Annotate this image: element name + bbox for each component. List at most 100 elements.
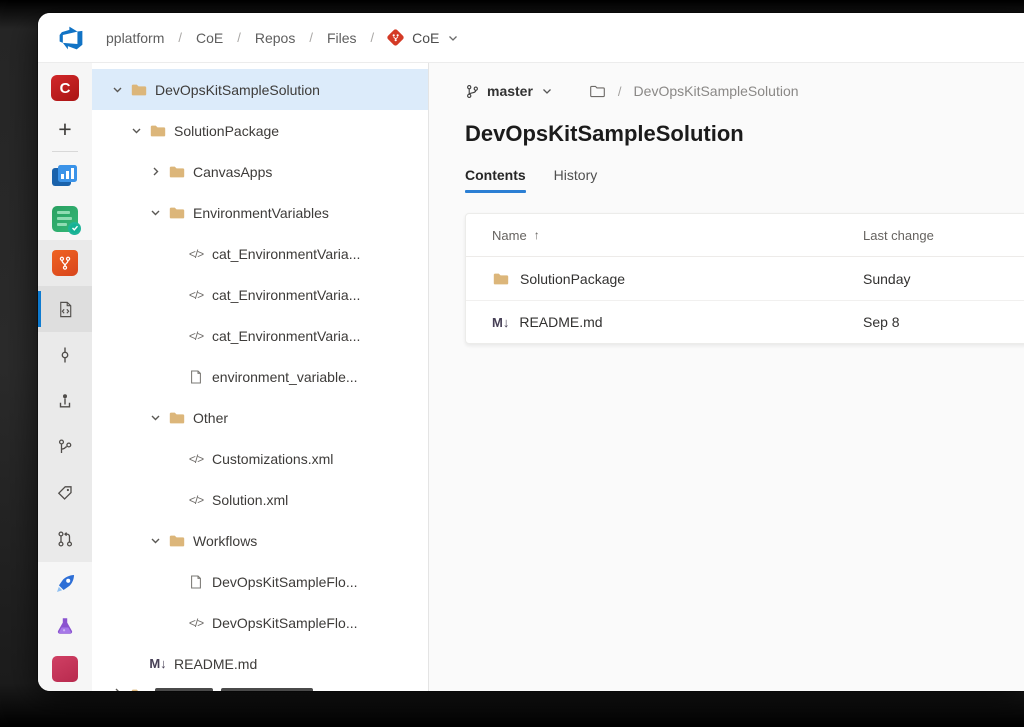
code-file-icon: </> (185, 616, 207, 630)
branch-name: master (487, 83, 533, 99)
tree-item[interactable]: DevOpsKitSampleFlo... (92, 561, 428, 602)
test-plans-flask-icon[interactable] (38, 605, 92, 648)
project-avatar[interactable]: C (51, 75, 79, 101)
chevron-right-icon[interactable] (144, 165, 166, 178)
breadcrumb-separator: / (237, 30, 241, 45)
content-area: C + (38, 63, 1024, 691)
tree-item[interactable]: </> cat_EnvironmentVaria... (92, 233, 428, 274)
table-header-row: Name ↑ Last change (466, 214, 1024, 257)
tab-history[interactable]: History (554, 167, 598, 193)
column-header-last-change[interactable]: Last change (863, 228, 1024, 243)
tree-item-label: cat_EnvironmentVaria... (212, 328, 360, 344)
file-name-link[interactable]: README.md (519, 314, 602, 330)
left-rail: C + (38, 63, 92, 691)
tree-item-label: Solution.xml (212, 492, 288, 508)
tree-item-label: Other (193, 410, 228, 426)
tree-item[interactable]: </> Solution.xml (92, 479, 428, 520)
tree-item-label: CanvasApps (193, 164, 272, 180)
breadcrumb: pplatform / CoE / Repos / Files / CoE (106, 30, 459, 46)
breadcrumb-files[interactable]: Files (327, 30, 357, 46)
tree-item-label: cat_EnvironmentVaria... (212, 287, 360, 303)
tree-item-label: environment_variable... (212, 369, 358, 385)
tree-item-label: DevOpsKitSampleFlo... (212, 615, 358, 631)
tree-item-label: Customizations.xml (212, 451, 333, 467)
artifacts-package-icon[interactable] (38, 648, 92, 691)
document-icon (185, 574, 207, 590)
repos-section (38, 240, 92, 562)
document-icon (185, 369, 207, 385)
folder-icon (166, 532, 188, 550)
repo-name: CoE (412, 30, 439, 46)
pushes-icon[interactable] (38, 378, 92, 424)
tab-bar: Contents History (465, 167, 1024, 193)
path-crumb[interactable]: DevOpsKitSampleSolution (634, 83, 799, 99)
chevron-down-icon[interactable] (125, 124, 147, 137)
last-change-value: Sep 8 (863, 314, 1024, 330)
breadcrumb-separator: / (178, 30, 182, 45)
root-folder-icon[interactable] (589, 83, 606, 100)
checklist-icon[interactable] (38, 197, 92, 240)
folder-icon (166, 409, 188, 427)
code-file-icon: </> (185, 452, 207, 466)
app-window: pplatform / CoE / Repos / Files / CoE C … (38, 13, 1024, 691)
repos-icon[interactable] (38, 240, 92, 286)
tree-item[interactable]: </> DevOpsKitSampleFlo... (92, 602, 428, 643)
code-file-icon: </> (185, 288, 207, 302)
clipped-label (155, 688, 213, 691)
branches-icon[interactable] (38, 424, 92, 470)
chevron-down-icon (541, 85, 553, 97)
chevron-down-icon[interactable] (106, 83, 128, 96)
tree-item-label: SolutionPackage (174, 123, 279, 139)
tree-item-label: EnvironmentVariables (193, 205, 329, 221)
folder-icon (166, 163, 188, 181)
boards-icon[interactable] (38, 154, 92, 197)
breadcrumb-separator: / (309, 30, 313, 45)
folder-icon (166, 204, 188, 222)
tab-contents[interactable]: Contents (465, 167, 526, 193)
sort-ascending-icon: ↑ (534, 228, 540, 242)
tree-item[interactable]: Workflows (92, 520, 428, 561)
tags-icon[interactable] (38, 470, 92, 516)
markdown-icon: M↓ (147, 656, 169, 671)
top-bar: pplatform / CoE / Repos / Files / CoE (38, 13, 1024, 63)
folder-icon (128, 686, 150, 691)
branch-selector[interactable]: master (465, 83, 553, 99)
breadcrumb-org[interactable]: pplatform (106, 30, 164, 46)
repo-selector[interactable]: CoE (388, 30, 459, 46)
table-row[interactable]: M↓ README.md Sep 8 (466, 300, 1024, 343)
chevron-down-icon[interactable] (144, 411, 166, 424)
tree-item[interactable]: CanvasApps (92, 151, 428, 192)
tree-item[interactable]: EnvironmentVariables (92, 192, 428, 233)
file-name-link[interactable]: SolutionPackage (520, 271, 625, 287)
column-header-name[interactable]: Name ↑ (466, 228, 863, 243)
chevron-down-icon[interactable] (144, 206, 166, 219)
repo-icon (386, 28, 404, 46)
tree-item[interactable]: SolutionPackage (92, 110, 428, 151)
code-file-icon: </> (185, 329, 207, 343)
tree-item[interactable]: Other (92, 397, 428, 438)
breadcrumb-repos[interactable]: Repos (255, 30, 295, 46)
tree-item-label: DevOpsKitSampleFlo... (212, 574, 358, 590)
add-button[interactable]: + (58, 115, 71, 143)
tree-item[interactable]: DevOpsKitSampleSolution (92, 69, 428, 110)
tree-item[interactable]: M↓ README.md (92, 643, 428, 684)
breadcrumb-project[interactable]: CoE (196, 30, 223, 46)
files-table: Name ↑ Last change SolutionPackage Sunda… (465, 213, 1024, 344)
table-row[interactable]: SolutionPackage Sunday (466, 257, 1024, 300)
tree-item-label: README.md (174, 656, 257, 672)
folder-icon (147, 122, 169, 140)
code-file-icon: </> (185, 493, 207, 507)
tree-item[interactable]: </> cat_EnvironmentVaria... (92, 315, 428, 356)
pipelines-rocket-icon[interactable] (38, 562, 92, 605)
commits-icon[interactable] (38, 332, 92, 378)
rail-divider (52, 151, 78, 152)
tree-item[interactable]: </> cat_EnvironmentVaria... (92, 274, 428, 315)
tree-item[interactable]: environment_variable... (92, 356, 428, 397)
tree-item-clipped[interactable] (92, 684, 428, 691)
files-icon[interactable] (38, 286, 92, 332)
azure-devops-logo[interactable] (58, 25, 84, 51)
tree-item[interactable]: </> Customizations.xml (92, 438, 428, 479)
folder-icon (492, 270, 510, 288)
pull-requests-icon[interactable] (38, 516, 92, 562)
chevron-down-icon[interactable] (144, 534, 166, 547)
